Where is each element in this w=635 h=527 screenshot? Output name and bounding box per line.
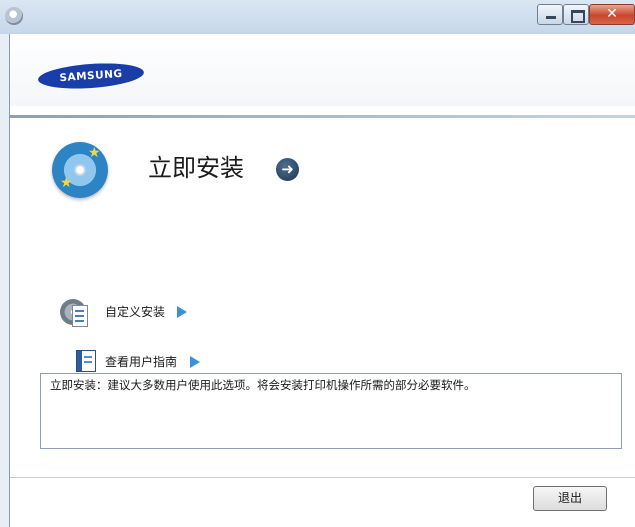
close-icon: ✕ [606, 6, 618, 22]
maximize-icon [571, 10, 585, 23]
play-arrow-icon[interactable] [190, 356, 200, 368]
close-button[interactable]: ✕ [589, 4, 635, 25]
checklist-icon [72, 305, 88, 327]
header-banner: SAMSUNG [10, 34, 635, 106]
exit-button[interactable]: 退出 [533, 486, 607, 511]
minimize-icon [546, 16, 556, 19]
user-guide-icon [76, 350, 96, 372]
description-box: 立即安装：建议大多数用户使用此选项。将会安装打印机操作所需的部分必要软件。 [40, 373, 622, 449]
star-icon: ★ [60, 175, 73, 191]
option-label[interactable]: 自定义安装 [105, 304, 165, 320]
star-icon: ★ [88, 145, 101, 161]
arrow-right-circle-icon[interactable]: ➜ [276, 158, 299, 181]
maximize-button[interactable] [563, 4, 589, 25]
quick-install-title[interactable]: 立即安装 [148, 153, 244, 183]
install-disc-icon: ★ ★ [52, 142, 108, 198]
description-text: 立即安装：建议大多数用户使用此选项。将会安装打印机操作所需的部分必要软件。 [50, 378, 476, 392]
samsung-logo: SAMSUNG [37, 60, 145, 92]
title-bar[interactable]: ✕ [0, 0, 635, 34]
play-arrow-icon[interactable] [177, 306, 187, 318]
footer-divider [10, 477, 635, 478]
installer-window: ✕ SAMSUNG ★ ★ 立即安装 ➜ 自定义安装 查看用户指南 立即安装：建… [0, 0, 635, 527]
app-icon [5, 7, 23, 25]
minimize-button[interactable] [537, 4, 563, 25]
option-label[interactable]: 查看用户指南 [105, 354, 177, 370]
client-area: SAMSUNG ★ ★ 立即安装 ➜ 自定义安装 查看用户指南 立即安装：建议大… [9, 34, 635, 527]
header-divider [10, 115, 635, 118]
